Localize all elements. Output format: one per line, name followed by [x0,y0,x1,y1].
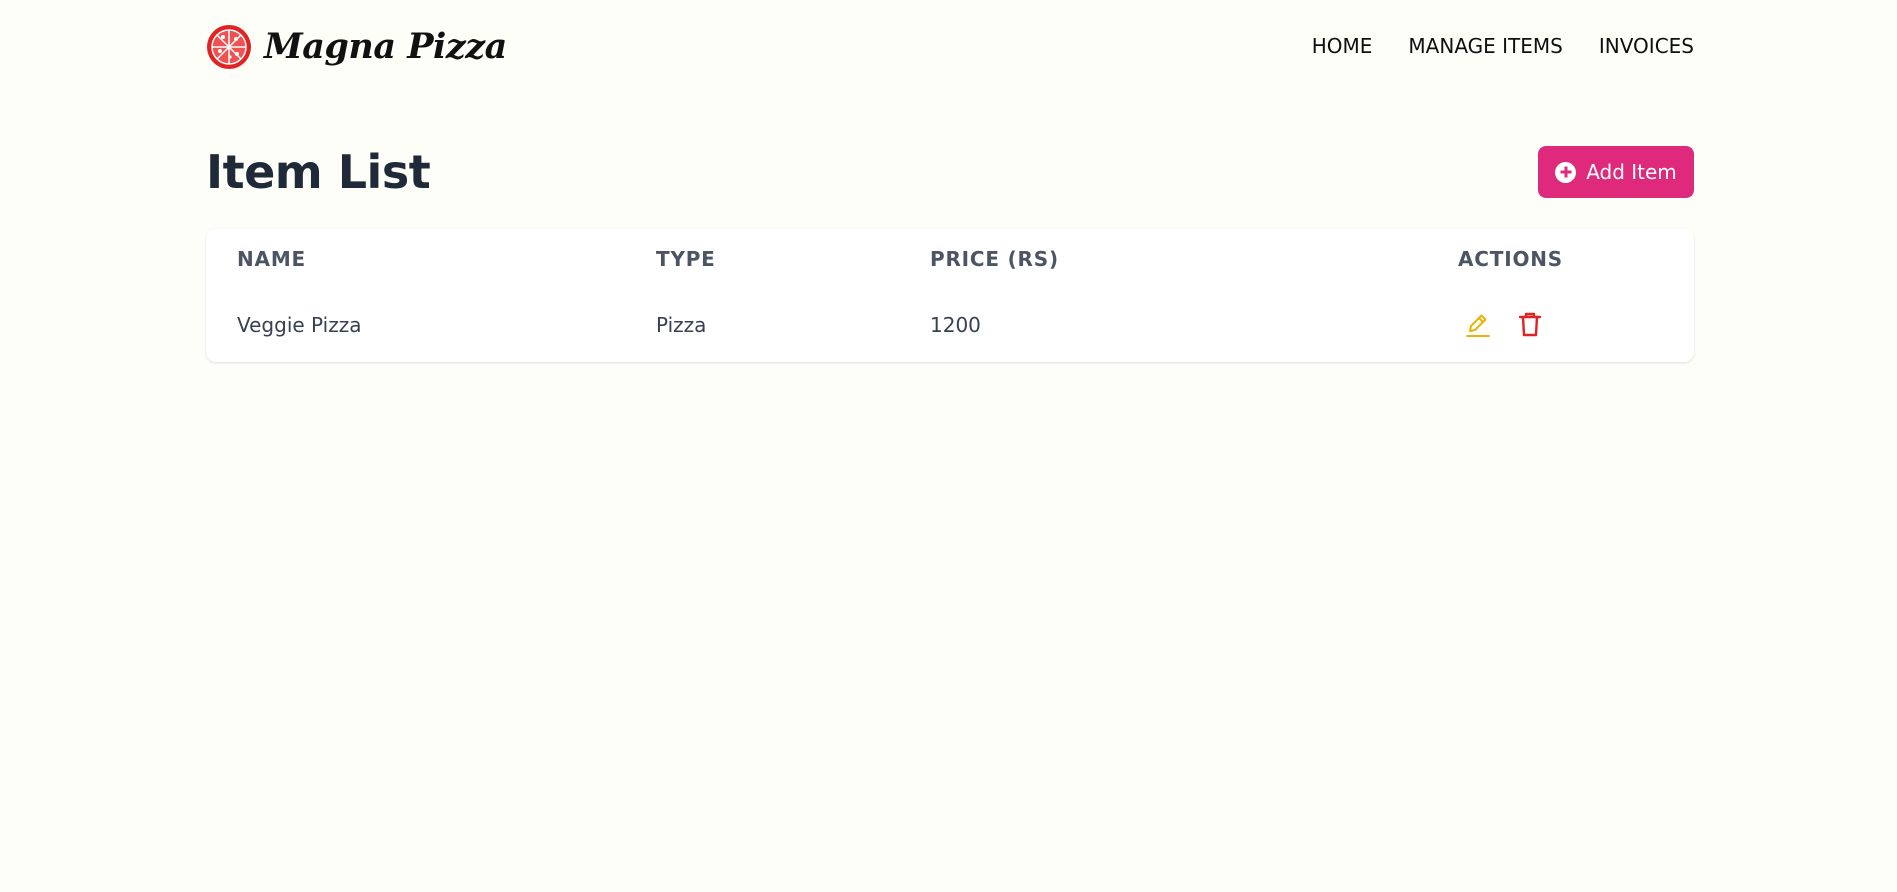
row-actions [1464,311,1544,339]
brand-logo[interactable]: Magna Pizza [206,24,507,70]
nav-manage-items-link[interactable]: MANAGE ITEMS [1408,34,1562,58]
header-price: PRICE (RS) [930,247,1059,271]
nav-home-link[interactable]: HOME [1312,34,1373,58]
header-actions: ACTIONS [1458,247,1563,271]
cell-price: 1200 [930,313,981,337]
brand-name: Magna Pizza [264,26,507,67]
items-table: NAME TYPE PRICE (RS) ACTIONS Veggie Pizz… [206,229,1694,362]
nav-invoices-link[interactable]: INVOICES [1599,34,1694,58]
page-container: Magna Pizza HOME MANAGE ITEMS INVOICES I… [206,0,1694,362]
page-title: Item List [206,145,431,199]
delete-button[interactable] [1516,311,1544,339]
cell-type: Pizza [656,313,707,337]
header-type: TYPE [656,247,716,271]
plus-circle-icon [1555,161,1577,183]
title-row: Item List Add Item [206,144,1694,200]
main-nav: HOME MANAGE ITEMS INVOICES [1312,34,1694,58]
header-name: NAME [237,247,306,271]
add-item-button[interactable]: Add Item [1538,146,1694,198]
header: Magna Pizza HOME MANAGE ITEMS INVOICES [206,0,1694,92]
delete-icon [1516,310,1544,341]
edit-icon [1464,310,1492,341]
add-item-label: Add Item [1586,160,1677,184]
edit-button[interactable] [1464,311,1492,339]
cell-name: Veggie Pizza [237,313,362,337]
pizza-icon [206,24,252,70]
